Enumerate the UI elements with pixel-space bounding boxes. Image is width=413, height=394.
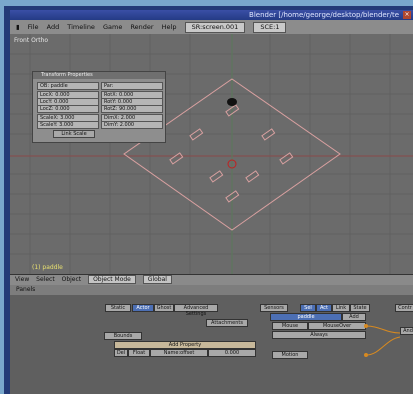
logic-editor: Static Actor Ghost Advanced Settings Att…	[10, 295, 413, 394]
menu-game[interactable]: Game	[103, 20, 122, 34]
close-icon[interactable]: ×	[403, 11, 411, 19]
viewport-grid	[10, 34, 413, 274]
link-scale-button[interactable]: Link Scale	[53, 130, 95, 138]
scene-selector[interactable]: SCE:1	[253, 22, 287, 33]
logic-connections	[364, 324, 401, 357]
ball-object	[227, 98, 237, 106]
menu-help[interactable]: Help	[162, 20, 177, 34]
buttons-window-header: Panels	[10, 285, 413, 295]
orientation-selector[interactable]: Global	[142, 275, 172, 284]
window-title: Blender [/home/george/desktop/blender/te	[249, 11, 399, 19]
menu-bar: ▮ File Add Timeline Game Render Help SR:…	[10, 20, 413, 35]
locz-field[interactable]: LocZ: 0.000	[37, 105, 99, 113]
object-name-field[interactable]: OB: paddle	[37, 82, 99, 90]
menu-file[interactable]: File	[28, 20, 39, 34]
object-name-label: (1) paddle	[32, 264, 63, 271]
panel-title: Transform Properties	[33, 72, 165, 79]
panels-label[interactable]: Panels	[16, 285, 35, 295]
menu-render[interactable]: Render	[130, 20, 153, 34]
view-menu[interactable]: View	[15, 275, 29, 285]
select-menu[interactable]: Select	[36, 275, 55, 285]
scaley-field[interactable]: ScaleY: 3.000	[37, 121, 99, 129]
screen-selector[interactable]: SR:screen.001	[184, 22, 246, 33]
parent-field[interactable]: Par:	[101, 82, 163, 90]
blender-logo-icon: ▮	[16, 23, 20, 31]
mode-selector[interactable]: Object Mode	[88, 275, 136, 284]
title-bar: Blender [/home/george/desktop/blender/te…	[10, 10, 413, 20]
menu-timeline[interactable]: Timeline	[67, 20, 95, 34]
transform-properties-panel[interactable]: Transform Properties OB: paddle Par: Loc…	[32, 71, 166, 143]
object-menu[interactable]: Object	[62, 275, 82, 285]
dimy-field[interactable]: DimY: 2.000	[101, 121, 163, 129]
menu-add[interactable]: Add	[47, 20, 60, 34]
blender-window: Blender [/home/george/desktop/blender/te…	[10, 10, 413, 394]
view-label: Front Ortho	[14, 37, 49, 44]
rotz-field[interactable]: RotZ: 90.000	[101, 105, 163, 113]
3d-viewport[interactable]: Front Ortho (1) paddle Transform Propert…	[10, 34, 413, 274]
